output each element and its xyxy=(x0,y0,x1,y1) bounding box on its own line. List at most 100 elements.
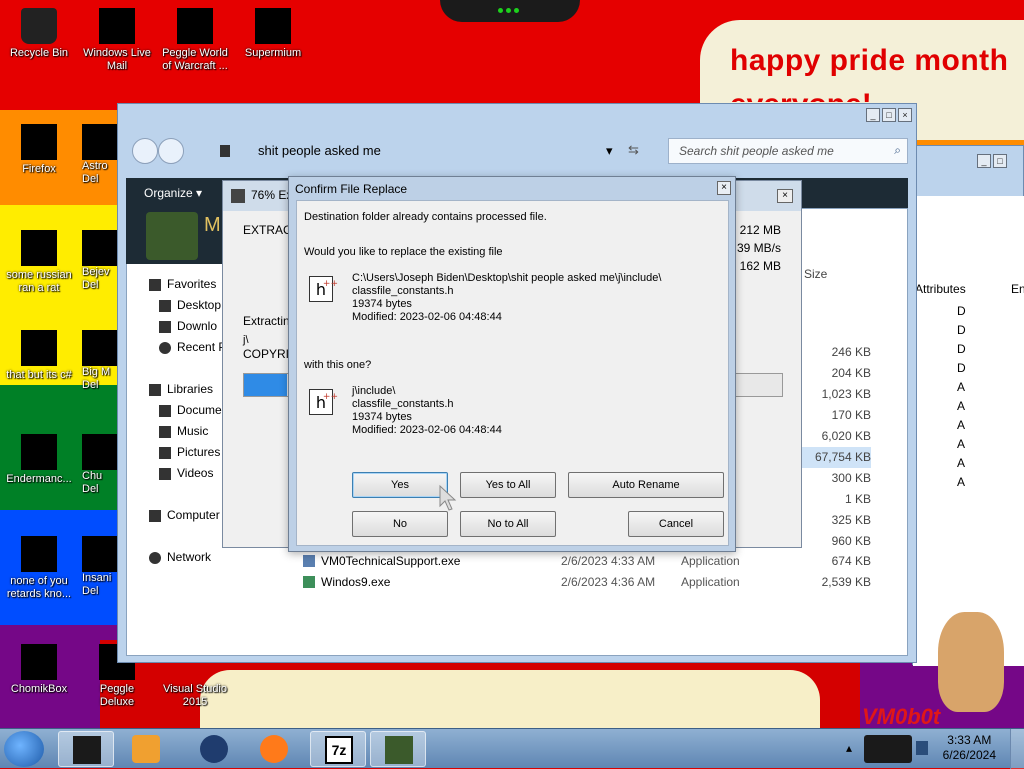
clock-time: 3:33 AM xyxy=(947,733,992,747)
nav-item-documents[interactable]: Docume xyxy=(159,403,222,417)
nav-item-music[interactable]: Music xyxy=(159,424,208,438)
address-bar[interactable]: shit people asked me ▾ ⇆ xyxy=(208,138,648,164)
no-to-all-button[interactable]: No to All xyxy=(460,511,556,537)
desktop-icon-label: some russian ran a rat xyxy=(6,269,72,294)
address-text: shit people asked me xyxy=(258,143,381,158)
nav-item-pictures[interactable]: Pictures xyxy=(159,445,220,459)
taskbar-app-terminal[interactable] xyxy=(58,731,114,767)
desktop-icon-chu[interactable]: Chu Del xyxy=(82,434,118,496)
yes-to-all-button[interactable]: Yes to All xyxy=(460,472,556,498)
wallpaper-watermark: VM0b0t xyxy=(862,704,941,729)
taskbar-app-firefox[interactable] xyxy=(246,731,302,767)
auto-rename-button[interactable]: Auto Rename xyxy=(568,472,724,498)
desktop-icon-supermium[interactable]: Supermium xyxy=(238,8,308,60)
taskbar-clock[interactable]: 3:33 AM 6/26/2024 xyxy=(943,733,996,763)
desktop-icon-astro[interactable]: Astro Del xyxy=(82,124,118,186)
network-icon xyxy=(149,551,161,564)
maximize-button[interactable]: □ xyxy=(882,108,896,122)
existing-file-name: classfile_constants.h xyxy=(352,285,454,297)
incoming-file-info: j\include\ classfile_constants.h 19374 b… xyxy=(352,385,502,437)
minimize-button[interactable]: _ xyxy=(977,154,991,168)
desktop-icon-some-russian[interactable]: some russian ran a rat xyxy=(4,230,74,295)
supermium-icon xyxy=(200,735,228,763)
column-header-size[interactable]: Size xyxy=(804,267,827,281)
close-button[interactable]: × xyxy=(898,108,912,122)
desktop-icon-that-but-csharp[interactable]: that but its c# xyxy=(4,330,74,382)
nav-item-downloads[interactable]: Downlo xyxy=(159,319,217,333)
close-button[interactable]: × xyxy=(717,181,731,195)
desktop-icon-label: Insani Del xyxy=(82,572,112,597)
app-icon xyxy=(21,230,57,266)
attr-value: A xyxy=(957,475,966,489)
search-input[interactable]: Search shit people asked me ⌕ xyxy=(668,138,908,164)
chevron-down-icon[interactable]: ▾ xyxy=(606,143,613,159)
back-button[interactable] xyxy=(132,138,158,164)
wallpaper-notch xyxy=(440,0,580,22)
file-row[interactable]: VM0TechnicalSupport.exe 2/6/2023 4:33 AM… xyxy=(303,551,983,571)
nav-item-favorites[interactable]: Favorites xyxy=(149,277,216,291)
nav-item-network[interactable]: Network xyxy=(149,550,211,564)
desktop-icon-none-of-you[interactable]: none of you retards kno... xyxy=(4,536,74,601)
refresh-icon[interactable]: ⇆ xyxy=(628,142,639,158)
start-button[interactable] xyxy=(4,731,44,767)
taskbar-app-7zip[interactable]: 7z xyxy=(310,731,366,767)
minimize-button[interactable]: _ xyxy=(866,108,880,122)
stat-speed: 39 MB/s xyxy=(736,241,781,255)
no-button[interactable]: No xyxy=(352,511,448,537)
desktop-icon-label: Recycle Bin xyxy=(9,47,69,59)
tray-expand-icon[interactable]: ▴ xyxy=(846,741,852,755)
nav-item-recent[interactable]: Recent P xyxy=(159,340,226,354)
taskbar-app-supermium[interactable] xyxy=(186,731,242,767)
search-icon[interactable]: ⌕ xyxy=(894,143,901,158)
incoming-file-modified: Modified: 2023-02-06 04:48:44 xyxy=(352,424,502,436)
desktop-icon-recycle-bin[interactable]: Recycle Bin xyxy=(4,8,74,60)
firefox-icon xyxy=(260,735,288,763)
close-button[interactable]: × xyxy=(777,189,793,203)
nav-item-desktop[interactable]: Desktop xyxy=(159,298,221,312)
volume-icon[interactable] xyxy=(916,741,928,755)
archive-thumbnail-icon xyxy=(146,212,198,260)
desktop-icon-bejeweled[interactable]: Bejev Del xyxy=(82,230,118,292)
existing-file-info: C:\Users\Joseph Biden\Desktop\shit peopl… xyxy=(352,272,661,324)
wallpaper-shape xyxy=(200,670,820,730)
document-icon xyxy=(159,404,171,417)
desktop-icon-label: Endermanc... xyxy=(6,473,72,485)
desktop-icon-big-m[interactable]: Big M Del xyxy=(82,330,118,392)
desktop-icon-windows-live-mail[interactable]: Windows Live Mail xyxy=(82,8,152,73)
cancel-button[interactable]: Cancel xyxy=(628,511,724,537)
column-header-attributes[interactable]: Attributes xyxy=(915,282,966,296)
recycle-bin-icon xyxy=(21,8,57,44)
file-type: Application xyxy=(681,554,740,568)
file-name: VM0TechnicalSupport.exe xyxy=(321,554,461,568)
nav-item-videos[interactable]: Videos xyxy=(159,466,213,480)
desktop-icon-firefox[interactable]: Firefox xyxy=(4,124,74,176)
maximize-button[interactable]: □ xyxy=(993,154,1007,168)
attr-value: A xyxy=(957,437,966,451)
organize-label: Organize xyxy=(144,186,193,200)
desktop-icon-label: Astro Del xyxy=(82,160,108,185)
desktop-icon-insani[interactable]: Insani Del xyxy=(82,536,118,598)
message-with-this-one: with this one? xyxy=(304,359,372,371)
taskbar-app-media-player[interactable] xyxy=(118,731,174,767)
yes-button[interactable]: Yes xyxy=(352,472,448,498)
desktop-icon-chomikbox[interactable]: ChomikBox xyxy=(4,644,74,696)
nav-item-libraries[interactable]: Libraries xyxy=(149,382,213,396)
progress-fill xyxy=(244,374,288,396)
confirm-file-replace-dialog[interactable]: Confirm File Replace × Destination folde… xyxy=(288,176,736,552)
forward-button[interactable] xyxy=(158,138,184,164)
taskbar-app-minecraft[interactable] xyxy=(370,731,426,767)
desktop-icon-label: Big M Del xyxy=(82,366,111,391)
column-header-en[interactable]: En xyxy=(1011,282,1024,296)
organize-button[interactable]: Organize ▾ xyxy=(144,186,202,200)
desktop-icon-peggle-wow[interactable]: Peggle World of Warcraft ... xyxy=(160,8,230,73)
explorer-secondary-body: Attributes En D D D D A A A A A A xyxy=(913,196,1024,666)
media-player-icon xyxy=(132,735,160,763)
nav-label: Libraries xyxy=(167,382,214,396)
app-icon xyxy=(82,434,118,470)
show-desktop-button[interactable] xyxy=(1010,729,1024,769)
firefox-icon xyxy=(21,124,57,160)
nav-item-computer[interactable]: Computer xyxy=(149,508,220,522)
desktop-icon-endermanch[interactable]: Endermanc... xyxy=(4,434,74,486)
tray-app-icon[interactable] xyxy=(864,735,912,763)
file-row[interactable]: Windos9.exe 2/6/2023 4:36 AM Application… xyxy=(303,572,983,592)
